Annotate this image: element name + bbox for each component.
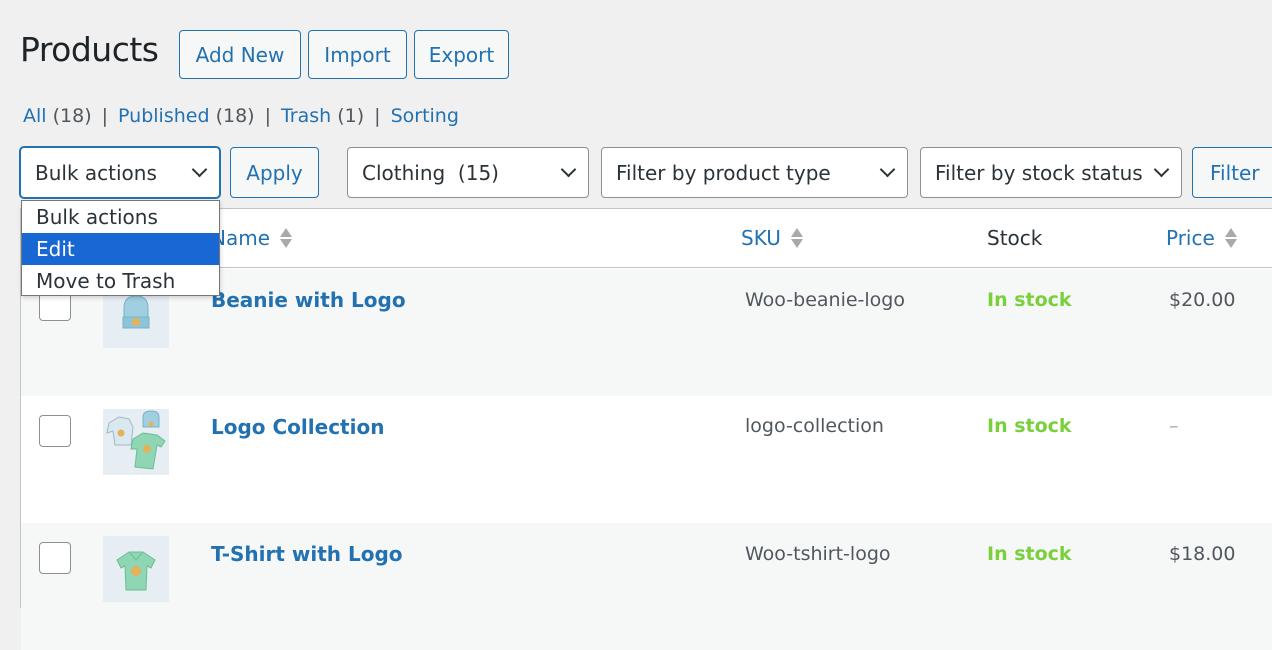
view-all-label: All bbox=[23, 105, 47, 127]
bulk-actions-value: Bulk actions bbox=[35, 160, 157, 185]
stock-status: In stock bbox=[987, 415, 1072, 437]
sort-icon bbox=[280, 228, 293, 248]
chevron-down-icon bbox=[560, 161, 577, 177]
option-bulk-actions[interactable]: Bulk actions bbox=[22, 201, 219, 233]
stock-status-filter-select[interactable]: Filter by stock status bbox=[920, 147, 1182, 198]
bulk-actions-select[interactable]: Bulk actions bbox=[20, 147, 220, 198]
export-button[interactable]: Export bbox=[414, 30, 509, 79]
table-row: T-Shirt with Logo Woo-tshirt-logo In sto… bbox=[21, 523, 1272, 650]
sort-icon bbox=[1224, 228, 1237, 248]
view-all-count: (18) bbox=[52, 105, 92, 127]
product-price: – bbox=[1169, 415, 1179, 437]
column-sku[interactable]: SKU bbox=[741, 226, 803, 250]
view-all[interactable]: All (18) bbox=[23, 105, 92, 127]
clothing-collection-icon bbox=[103, 409, 169, 475]
view-published-label: Published bbox=[118, 105, 210, 127]
sort-icon bbox=[790, 228, 803, 248]
product-name-link[interactable]: T-Shirt with Logo bbox=[211, 542, 403, 566]
bulk-actions-dropdown: Bulk actions Edit Move to Trash bbox=[21, 200, 220, 296]
status-views: All (18) | Published (18) | Trash (1) | … bbox=[23, 105, 459, 127]
add-new-button[interactable]: Add New bbox=[179, 30, 301, 79]
view-sorting[interactable]: Sorting bbox=[391, 105, 459, 127]
product-sku: Woo-beanie-logo bbox=[745, 289, 905, 311]
product-thumbnail-collection[interactable] bbox=[103, 409, 169, 475]
product-sku: Woo-tshirt-logo bbox=[745, 543, 891, 565]
view-published-count: (18) bbox=[215, 105, 255, 127]
product-thumbnail-tshirt[interactable] bbox=[103, 536, 169, 602]
tshirt-icon bbox=[103, 536, 169, 602]
filter-button[interactable]: Filter bbox=[1192, 147, 1272, 198]
view-trash[interactable]: Trash (1) bbox=[281, 105, 364, 127]
row-checkbox[interactable] bbox=[39, 415, 71, 447]
view-sorting-label: Sorting bbox=[390, 105, 459, 127]
column-price-label: Price bbox=[1166, 226, 1215, 250]
view-trash-count: (1) bbox=[337, 105, 365, 127]
product-name-link[interactable]: Beanie with Logo bbox=[211, 288, 406, 312]
product-sku: logo-collection bbox=[745, 415, 884, 437]
chevron-down-icon bbox=[1153, 161, 1170, 177]
stock-status: In stock bbox=[987, 289, 1072, 311]
column-price[interactable]: Price bbox=[1166, 226, 1237, 250]
separator: | bbox=[264, 105, 271, 127]
stock-status-filter-value: Filter by stock status bbox=[935, 160, 1143, 185]
product-price: $18.00 bbox=[1169, 543, 1236, 565]
column-sku-label: SKU bbox=[741, 226, 781, 250]
import-button[interactable]: Import bbox=[308, 30, 407, 79]
option-edit[interactable]: Edit bbox=[22, 233, 219, 265]
row-checkbox[interactable] bbox=[39, 542, 71, 574]
view-published[interactable]: Published (18) bbox=[118, 105, 255, 127]
column-stock: Stock bbox=[987, 226, 1042, 250]
separator: | bbox=[374, 105, 381, 127]
table-row: Logo Collection logo-collection In stock… bbox=[21, 396, 1272, 523]
page-title: Products bbox=[20, 30, 159, 69]
product-type-filter-select[interactable]: Filter by product type bbox=[601, 147, 908, 198]
chevron-down-icon bbox=[191, 161, 208, 177]
product-name-link[interactable]: Logo Collection bbox=[211, 415, 384, 439]
separator: | bbox=[101, 105, 109, 127]
option-move-to-trash[interactable]: Move to Trash bbox=[22, 265, 219, 297]
product-price: $20.00 bbox=[1169, 289, 1236, 311]
column-name[interactable]: Name bbox=[211, 226, 293, 250]
category-filter-select[interactable]: Clothing (15) bbox=[347, 147, 589, 198]
view-trash-label: Trash bbox=[280, 105, 332, 127]
apply-button[interactable]: Apply bbox=[230, 147, 319, 198]
column-stock-label: Stock bbox=[987, 226, 1043, 250]
category-filter-value: Clothing (15) bbox=[362, 160, 499, 185]
chevron-down-icon bbox=[879, 161, 896, 177]
product-type-filter-value: Filter by product type bbox=[616, 160, 831, 185]
stock-status: In stock bbox=[987, 543, 1072, 565]
